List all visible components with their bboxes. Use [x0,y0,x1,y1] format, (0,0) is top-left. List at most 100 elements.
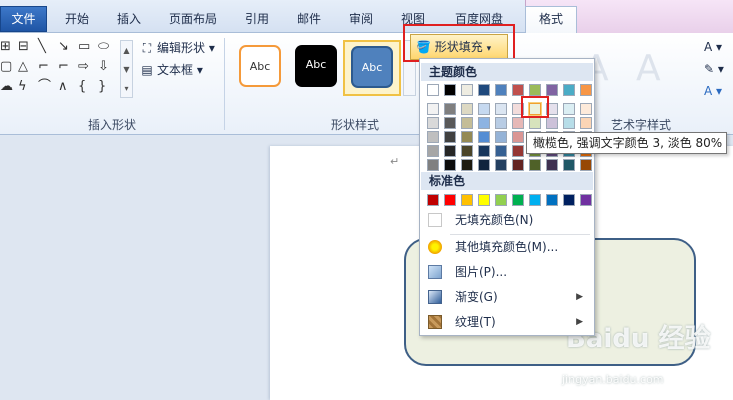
left-brace-shape-icon[interactable]: { [78,80,86,94]
down-arrow-shape-icon[interactable]: ⇩ [98,60,109,74]
theme-color-swatch[interactable] [529,117,541,129]
standard-color-swatch[interactable] [512,194,524,206]
theme-color-swatch[interactable] [563,117,575,129]
picture-fill-item[interactable]: 图片(P)... [421,261,593,283]
text-box-shape-icon[interactable]: ⊞ [0,40,11,54]
standard-color-swatch[interactable] [580,194,592,206]
rounded-rectangle-shape-icon[interactable]: ▢ [0,60,12,74]
tab-insert[interactable]: 插入 [108,9,150,31]
theme-color-swatch[interactable] [546,84,558,96]
shape-style-black-fill[interactable]: Abc [295,45,337,87]
theme-color-swatch[interactable] [512,84,524,96]
elbow-arrow-shape-icon[interactable]: ⌐ [58,60,69,74]
standard-color-swatch[interactable] [427,194,439,206]
theme-color-swatch[interactable] [495,159,507,171]
theme-color-swatch[interactable] [495,145,507,157]
standard-color-swatch[interactable] [529,194,541,206]
theme-color-swatch[interactable] [546,159,558,171]
right-arrow-shape-icon[interactable]: ⇨ [78,60,89,74]
text-box-button[interactable]: ▤ 文本框 ▾ [140,61,203,78]
theme-color-swatch[interactable] [580,84,592,96]
oval-shape-icon[interactable]: ⬭ [98,40,109,54]
theme-color-swatch[interactable] [461,131,473,143]
tab-page-layout[interactable]: 页面布局 [160,9,226,31]
theme-color-swatch[interactable] [461,117,473,129]
theme-color-swatch[interactable] [427,103,439,115]
scroll-down-icon[interactable]: ▼ [121,60,132,79]
theme-color-swatch[interactable] [461,159,473,171]
curve-shape-icon[interactable]: ∧ [58,80,68,94]
theme-color-swatch[interactable] [495,131,507,143]
tab-references[interactable]: 引用 [236,9,278,31]
theme-color-swatch[interactable] [444,145,456,157]
line-shape-icon[interactable]: ╲ [38,40,46,54]
tab-home[interactable]: 开始 [56,9,98,31]
theme-color-swatch[interactable] [546,117,558,129]
text-effects-button[interactable]: A ▾ [704,84,722,98]
theme-color-swatch[interactable] [495,103,507,115]
more-fill-colors-item[interactable]: 其他填充颜色(M)... [421,236,593,258]
theme-color-swatch[interactable] [478,103,490,115]
theme-color-swatch[interactable] [495,84,507,96]
shapes-gallery-scroll[interactable]: ▲ ▼ ▾ [120,40,133,98]
standard-color-swatch[interactable] [563,194,575,206]
no-fill-item[interactable]: 无填充颜色(N) [421,209,593,231]
arc-shape-icon[interactable]: ⌒ [38,80,51,94]
scroll-up-icon[interactable]: ▲ [121,41,132,60]
theme-color-swatch[interactable] [444,103,456,115]
theme-color-swatch[interactable] [529,84,541,96]
right-brace-shape-icon[interactable]: } [98,80,106,94]
theme-color-swatch[interactable] [461,145,473,157]
theme-color-swatch[interactable] [444,131,456,143]
shapes-gallery[interactable]: ⊞ ⊟ ╲ ↘ ▭ ⬭ ▢ △ ⌐ ⌐ ⇨ ⇩ ☁ ϟ ⌒ ∧ { } [0,38,123,98]
standard-color-swatch[interactable] [461,194,473,206]
rectangle-shape-icon[interactable]: ▭ [78,40,90,54]
shape-style-orange-outline[interactable]: Abc [239,45,281,87]
standard-color-swatch[interactable] [546,194,558,206]
theme-color-swatch[interactable] [580,117,592,129]
theme-color-swatch[interactable] [478,84,490,96]
text-outline-button[interactable]: ✎ ▾ [704,62,724,76]
theme-color-swatch[interactable] [563,103,575,115]
tab-review[interactable]: 审阅 [340,9,382,31]
vertical-text-box-shape-icon[interactable]: ⊟ [18,40,29,54]
theme-color-swatch[interactable] [580,159,592,171]
theme-color-swatch[interactable] [427,117,439,129]
theme-color-swatch[interactable] [444,159,456,171]
theme-color-swatch[interactable] [563,84,575,96]
theme-color-swatch[interactable] [427,131,439,143]
theme-color-swatch[interactable] [461,84,473,96]
standard-color-swatch[interactable] [444,194,456,206]
theme-color-swatch[interactable] [478,131,490,143]
edit-shape-button[interactable]: ⛶ 编辑形状 ▾ [140,39,215,56]
tab-file[interactable]: 文件 [0,6,47,32]
text-fill-button[interactable]: A ▾ [704,40,722,54]
theme-color-swatch[interactable] [478,145,490,157]
theme-color-swatch[interactable] [478,117,490,129]
tab-mailings[interactable]: 邮件 [288,9,330,31]
wordart-style-2[interactable]: A [636,48,661,89]
shape-style-blue-fill[interactable]: Abc [351,46,393,88]
theme-color-swatch[interactable] [444,117,456,129]
standard-color-swatch[interactable] [495,194,507,206]
theme-color-swatch[interactable] [512,145,524,157]
theme-color-swatch[interactable] [529,159,541,171]
gallery-expand-icon[interactable]: ▾ [121,79,132,98]
texture-fill-item[interactable]: 纹理(T) ▶ [421,311,593,333]
standard-color-swatch[interactable] [478,194,490,206]
theme-color-swatch[interactable] [512,131,524,143]
theme-color-swatch[interactable] [461,103,473,115]
theme-color-swatch[interactable] [563,159,575,171]
tab-format[interactable]: 格式 [525,6,577,34]
cloud-shape-icon[interactable]: ☁ [0,80,13,94]
arrow-line-shape-icon[interactable]: ↘ [58,40,69,54]
theme-color-swatch[interactable] [512,159,524,171]
theme-color-swatch[interactable] [580,103,592,115]
theme-color-swatch[interactable] [427,159,439,171]
theme-color-swatch[interactable] [444,84,456,96]
elbow-connector-shape-icon[interactable]: ⌐ [38,60,49,74]
theme-color-swatch[interactable] [427,84,439,96]
lightning-shape-icon[interactable]: ϟ [18,80,27,94]
theme-color-swatch[interactable] [512,117,524,129]
theme-color-swatch[interactable] [478,159,490,171]
